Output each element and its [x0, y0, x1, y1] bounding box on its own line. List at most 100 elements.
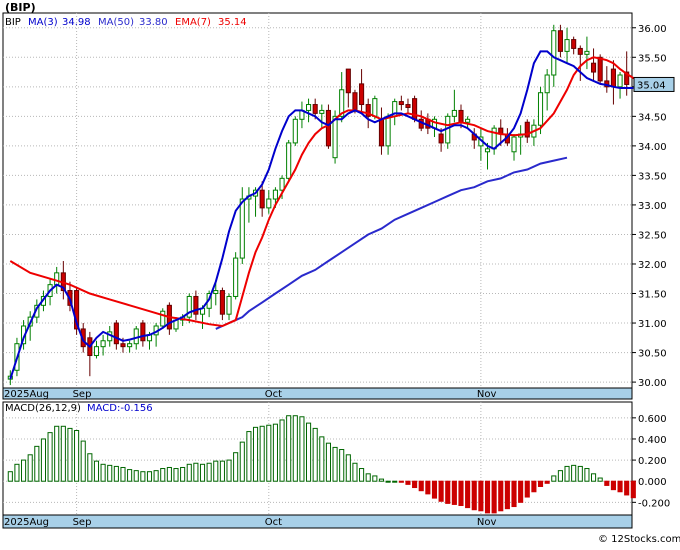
candle-body — [272, 189, 278, 200]
candle-body — [127, 343, 133, 348]
macd-bar-positive — [100, 463, 106, 482]
candle-body — [140, 322, 146, 342]
macd-tick-label: 0.400 — [638, 435, 667, 446]
candle-body — [385, 115, 391, 147]
candle-body — [484, 148, 491, 153]
candle-body — [557, 30, 563, 52]
macd-bar-positive — [199, 463, 206, 482]
candle-up — [286, 139, 292, 182]
price-legend: BIP MA(3) 34.98 MA(50) 33.80 EMA(7) 35.1… — [5, 17, 247, 28]
macd-bar-negative — [491, 480, 497, 514]
macd-bar-positive — [292, 415, 298, 482]
macd-bar-positive — [47, 432, 53, 482]
macd-bar-positive — [67, 427, 73, 482]
price-date-band — [2, 387, 633, 400]
candle-body — [266, 198, 272, 209]
price-tick-label: 31.00 — [638, 319, 667, 330]
macd-bar-positive — [339, 449, 345, 482]
macd-bar-negative — [412, 480, 418, 489]
macd-bar-negative — [544, 480, 550, 484]
candle-body — [412, 98, 418, 120]
price-tick-label: 36.00 — [638, 24, 667, 35]
candle-body — [458, 109, 464, 123]
macd-bar-positive — [597, 477, 603, 482]
candle-body — [352, 92, 358, 111]
macd-bar-positive — [286, 415, 292, 482]
macd-bar-negative — [438, 480, 444, 502]
candle-body — [617, 74, 623, 88]
macd-bar-positive — [259, 425, 265, 482]
macd-bar-positive — [120, 466, 126, 482]
candle-body — [306, 104, 312, 111]
legend-ma3-label: MA(3) — [28, 17, 58, 28]
macd-bar-negative — [478, 480, 484, 512]
candle-body — [332, 115, 338, 159]
macd-bar-positive — [352, 462, 358, 482]
macd-bar-positive — [127, 469, 133, 482]
candle-body — [133, 328, 139, 345]
legend-ma50-value: 33.80 — [139, 17, 168, 28]
macd-bar-negative — [511, 480, 517, 508]
chart-title: (BIP) — [5, 1, 36, 14]
macd-bar-positive — [571, 464, 577, 482]
macd-legend-value: MACD:-0.156 — [87, 403, 153, 414]
macd-date-band — [2, 514, 633, 529]
macd-bar-positive — [252, 426, 259, 482]
price-tick-label: 34.00 — [638, 142, 667, 153]
legend-ema7-label: EMA(7) — [175, 17, 211, 28]
candle-body — [564, 39, 570, 52]
macd-bar-positive — [577, 465, 583, 482]
candle-body — [279, 177, 285, 191]
price-tick-label: 34.50 — [638, 112, 667, 123]
macd-bar-positive — [226, 459, 232, 482]
month-label: Sep — [73, 389, 92, 400]
macd-bar-positive — [80, 440, 86, 482]
macd-bar-positive — [319, 436, 325, 482]
macd-bar-negative — [431, 480, 438, 499]
macd-bar-positive — [372, 475, 378, 482]
macd-tick-label: 0.200 — [638, 456, 667, 467]
macd-tick-label: 0.000 — [638, 477, 667, 488]
macd-bar-positive — [385, 480, 391, 483]
macd-bar-positive — [14, 463, 20, 482]
macd-bar-negative — [445, 480, 451, 504]
candle-body — [213, 290, 219, 295]
candle-body — [551, 30, 557, 76]
candle-body — [577, 47, 583, 55]
macd-bar-positive — [160, 468, 166, 482]
macd-bar-positive — [173, 468, 179, 482]
legend-ema7-value: 35.14 — [218, 17, 247, 28]
candle-body — [239, 198, 245, 259]
macd-bar-positive — [54, 425, 60, 482]
macd-bar-positive — [365, 473, 371, 482]
candle-body — [378, 118, 385, 147]
macd-bar-positive — [206, 462, 212, 482]
macd-bar-positive — [166, 466, 172, 482]
macd-bar-negative — [624, 480, 630, 496]
candle-body — [345, 68, 351, 94]
watermark: © 12Stocks.com — [598, 534, 680, 545]
price-tick-label: 32.00 — [638, 260, 667, 271]
macd-bar-negative — [451, 480, 457, 505]
price-panel: 30.00 30.50 31.00 31.50 32.00 32.50 33.00 33.50… — [2, 1, 675, 400]
price-tick-label: 33.50 — [638, 171, 667, 182]
macd-bar-positive — [153, 470, 159, 482]
candle-body — [405, 104, 411, 108]
macd-bar-positive — [140, 471, 146, 482]
macd-bar-positive — [133, 470, 139, 482]
macd-bar-negative — [617, 480, 623, 493]
macd-bar-negative — [524, 480, 530, 498]
macd-bar-positive — [266, 424, 272, 482]
price-tick-label: 33.00 — [638, 201, 667, 212]
candle-body — [438, 133, 444, 144]
candle-body — [537, 92, 544, 126]
macd-bar-negative — [504, 480, 510, 510]
candle-body — [312, 104, 318, 114]
last-price-tag: 35.04 — [633, 76, 675, 92]
month-label: Nov — [477, 389, 497, 400]
macd-bar-negative — [518, 480, 524, 503]
macd-bar-positive — [27, 454, 33, 482]
candle-body — [219, 290, 225, 315]
macd-bar-positive — [93, 460, 100, 482]
macd-bar-positive — [74, 430, 80, 482]
